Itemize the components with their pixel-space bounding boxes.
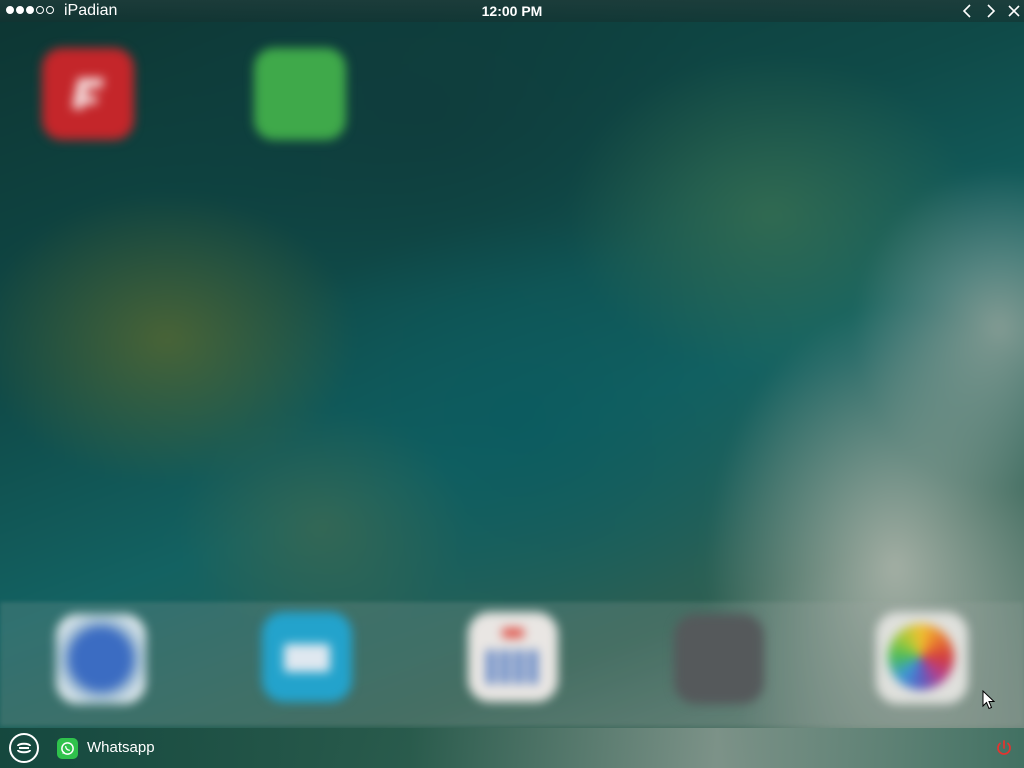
safari-icon[interactable] [56,614,146,704]
green-app-icon[interactable] [254,48,346,140]
chevron-right-icon [987,4,996,18]
whatsapp-icon [57,737,78,759]
status-bar: iPadian 12:00 PM [0,0,1024,22]
start-button[interactable] [9,733,39,763]
power-button[interactable] [994,738,1014,758]
chevron-left-icon [962,4,971,18]
ipadian-screen: iPadian 12:00 PM Whatsapp [0,0,1024,768]
back-button[interactable] [958,3,976,19]
envelope-shape [284,644,330,672]
taskbar: Whatsapp [0,728,1024,768]
taskbar-item-label: Whatsapp [87,739,155,756]
close-icon [1008,5,1020,17]
photos-icon[interactable] [876,612,968,704]
mail-icon[interactable] [262,612,352,702]
taskbar-item-whatsapp[interactable]: Whatsapp [57,737,155,759]
status-clock: 12:00 PM [481,3,543,19]
app-glyph [72,78,104,110]
calendar-icon[interactable] [468,612,558,702]
ipadian-logo-icon [17,742,31,754]
forward-button[interactable] [982,3,1000,19]
power-icon [997,740,1011,755]
close-button[interactable] [1005,3,1023,19]
calendar-header [502,628,524,638]
settings-icon[interactable] [674,614,764,704]
red-app-icon[interactable] [42,48,134,140]
whatsapp-glyph [61,741,74,755]
mouse-cursor-icon [982,690,996,710]
calendar-grid [486,650,540,684]
photos-flower [888,624,954,690]
